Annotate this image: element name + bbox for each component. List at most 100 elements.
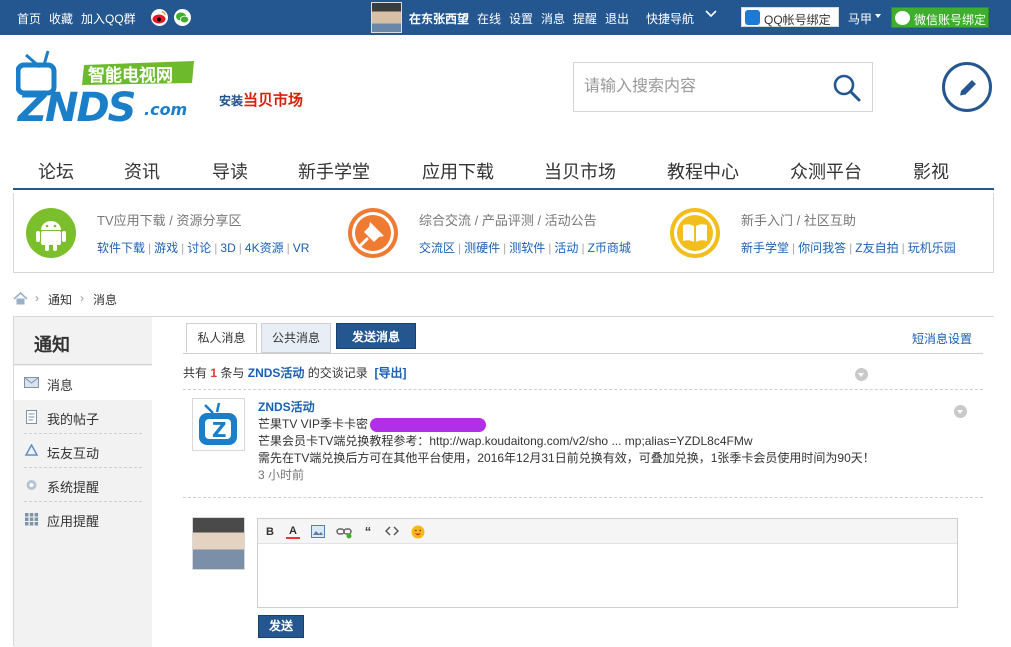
- messages-link[interactable]: 消息: [541, 10, 565, 27]
- collapse-icon[interactable]: [855, 368, 868, 381]
- sidebar-item-messages[interactable]: 消息: [14, 366, 152, 400]
- link-events[interactable]: 活动: [554, 241, 578, 255]
- summary-middle: 条与: [220, 366, 245, 380]
- sidebar-item-system[interactable]: 系统提醒: [14, 468, 152, 502]
- nav-tutorials[interactable]: 教程中心: [667, 158, 739, 184]
- settings-link[interactable]: 设置: [509, 10, 533, 27]
- sidebar-item-my-posts[interactable]: 我的帖子: [14, 400, 152, 434]
- qq-bind-button[interactable]: QQ帐号绑定: [741, 7, 839, 27]
- pm-settings-link[interactable]: 短消息设置: [912, 330, 972, 347]
- message-sender[interactable]: ZNDS活动: [258, 400, 315, 414]
- link-software[interactable]: 软件下载: [97, 241, 145, 255]
- market-label: 当贝市场: [243, 92, 304, 109]
- sender-avatar[interactable]: Z: [192, 398, 245, 451]
- summary-suffix: 的交谈记录: [307, 366, 368, 380]
- new-post-button[interactable]: [942, 62, 992, 112]
- breadcrumb-messages[interactable]: 消息: [93, 291, 117, 308]
- link-4k[interactable]: 4K资源: [245, 241, 284, 255]
- breadcrumb-separator: ›: [80, 291, 84, 305]
- link-3d[interactable]: 3D: [220, 241, 235, 255]
- send-reply-button[interactable]: 发送: [258, 615, 304, 638]
- message-options-icon[interactable]: [954, 405, 967, 418]
- qq-bind-label: QQ帐号绑定: [764, 13, 831, 27]
- android-icon[interactable]: [26, 208, 76, 258]
- breadcrumb-separator: ›: [35, 291, 39, 305]
- my-avatar[interactable]: [192, 517, 245, 570]
- znds-logo[interactable]: 智能电视网 ZNDS .com: [15, 45, 216, 131]
- link-playground[interactable]: 玩机乐园: [908, 241, 956, 255]
- link-icon[interactable]: [336, 525, 353, 539]
- wechat-icon[interactable]: [174, 9, 191, 26]
- dangbei-promo[interactable]: 安装当贝市场: [219, 89, 303, 110]
- link-vr[interactable]: VR: [293, 241, 310, 255]
- link-qa[interactable]: 你问我答: [798, 241, 846, 255]
- export-link[interactable]: [导出]: [374, 366, 406, 380]
- nav-dangbei-market[interactable]: 当贝市场: [544, 158, 616, 184]
- wechat-bind-icon: [895, 11, 910, 25]
- search-icon[interactable]: [832, 73, 862, 103]
- svg-text:Z: Z: [212, 418, 227, 442]
- image-icon[interactable]: [311, 525, 325, 539]
- editor-toolbar: B A “: [258, 519, 957, 544]
- sidebar-item-label: 坛友互动: [47, 446, 100, 461]
- reminders-link[interactable]: 提醒: [573, 10, 597, 27]
- pin-icon[interactable]: [348, 208, 398, 258]
- summary-sender-link[interactable]: ZNDS活动: [248, 366, 305, 380]
- user-avatar[interactable]: [371, 2, 402, 33]
- home-link[interactable]: 首页: [17, 10, 41, 27]
- nav-guide[interactable]: 导读: [212, 158, 248, 184]
- quick-nav-menu[interactable]: 快捷导航: [646, 10, 694, 27]
- chevron-down-icon[interactable]: [705, 8, 717, 22]
- font-color-button[interactable]: A: [286, 525, 300, 539]
- link-selfie[interactable]: Z友自拍: [855, 241, 898, 255]
- category-title-community: 综合交流 / 产品评测 / 活动公告: [419, 213, 597, 228]
- link-discuss[interactable]: 讨论: [187, 241, 211, 255]
- smiley-icon[interactable]: [411, 525, 425, 539]
- logout-link[interactable]: 退出: [605, 10, 629, 27]
- top-bar: 首页 收藏 加入QQ群 在东张西望 在线 设置 消息 提醒 退出 快捷导航 QQ…: [0, 0, 1011, 35]
- bold-button[interactable]: B: [263, 525, 277, 539]
- message-line-2[interactable]: 芒果会员卡TV端兑换教程参考：http://wap.koudaitong.com…: [258, 434, 753, 448]
- link-software-test[interactable]: 测软件: [509, 241, 545, 255]
- sidebar-item-interaction[interactable]: 坛友互动: [14, 434, 152, 468]
- envelope-icon: [24, 376, 39, 389]
- quote-button[interactable]: “: [361, 525, 375, 539]
- home-icon[interactable]: [13, 291, 28, 305]
- reply-textarea[interactable]: [258, 545, 957, 607]
- sidebar-item-app[interactable]: 应用提醒: [14, 502, 152, 536]
- alias-menu[interactable]: 马甲: [848, 10, 872, 27]
- username-link[interactable]: 在东张西望: [409, 10, 469, 27]
- nav-testing[interactable]: 众测平台: [790, 158, 862, 184]
- link-zcoin-mall[interactable]: Z币商城: [588, 241, 631, 255]
- caret-down-icon[interactable]: [875, 14, 881, 18]
- send-message-button[interactable]: 发送消息: [336, 323, 416, 349]
- wechat-bind-button[interactable]: 微信账号绑定: [891, 7, 989, 28]
- online-status[interactable]: 在线: [477, 10, 501, 27]
- message-count: 1: [210, 366, 218, 380]
- book-icon[interactable]: [670, 208, 720, 258]
- favorite-link[interactable]: 收藏: [49, 10, 73, 27]
- weibo-icon[interactable]: [151, 9, 168, 26]
- nav-video[interactable]: 影视: [913, 158, 949, 184]
- nav-forum[interactable]: 论坛: [38, 158, 74, 184]
- tab-private-messages[interactable]: 私人消息: [186, 323, 257, 353]
- join-qq-link[interactable]: 加入QQ群: [81, 10, 136, 27]
- code-icon[interactable]: [384, 525, 400, 539]
- nav-beginner[interactable]: 新手学堂: [298, 158, 370, 184]
- link-exchange[interactable]: 交流区: [419, 241, 455, 255]
- nav-app-download[interactable]: 应用下载: [422, 158, 494, 184]
- conversation-summary: 共有 1 条与 ZNDS活动 的交谈记录 [导出]: [183, 364, 406, 381]
- search-input[interactable]: [575, 64, 825, 110]
- message-line-3: 需先在TV端兑换后方可在其他平台使用，2016年12月31日前兑换有效，可叠加兑…: [258, 451, 875, 465]
- link-hardware[interactable]: 测硬件: [464, 241, 500, 255]
- nav-news[interactable]: 资讯: [124, 158, 160, 184]
- breadcrumb-notice[interactable]: 通知: [48, 291, 72, 308]
- link-newbie-school[interactable]: 新手学堂: [741, 241, 789, 255]
- category-links-community: 交流区 | 测硬件 | 测软件 | 活动 | Z币商城: [419, 241, 631, 255]
- tab-public-messages[interactable]: 公共消息: [261, 323, 331, 353]
- category-title-apps: TV应用下载 / 资源分享区: [97, 213, 242, 228]
- link-games[interactable]: 游戏: [154, 241, 178, 255]
- message-time: 3 小时前: [258, 468, 305, 482]
- svg-text:ZNDS: ZNDS: [16, 85, 135, 127]
- svg-text:智能电视网: 智能电视网: [88, 65, 173, 86]
